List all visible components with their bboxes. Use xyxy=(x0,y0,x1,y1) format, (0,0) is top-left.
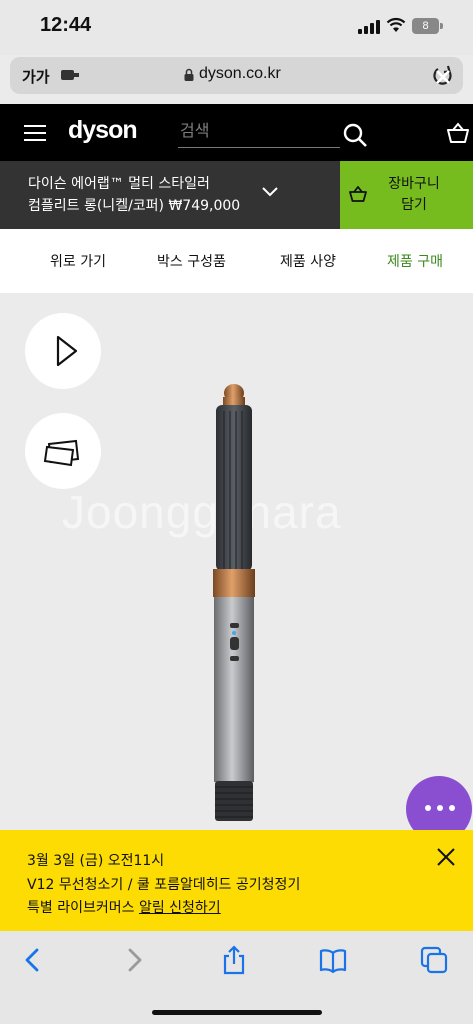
tab-back-to-top[interactable]: 위로 가기 xyxy=(50,251,106,271)
status-bar: 12:44 8 xyxy=(0,0,473,55)
share-icon[interactable] xyxy=(219,945,249,975)
tab-box-contents[interactable]: 박스 구성품 xyxy=(157,251,226,271)
url-domain[interactable]: dyson.co.kr xyxy=(199,65,281,83)
product-summary-bar[interactable]: 다이슨 에어랩™ 멀티 스타일러 컴플리트 롱(니켈/코퍼) ₩749,000 xyxy=(0,161,340,229)
cart-label-line: 장바구니 xyxy=(388,176,440,192)
promo-banner[interactable]: 3월 3일 (금) 오전11시 V12 무선청소기 / 쿨 포름알데히드 공기청… xyxy=(0,830,473,931)
back-icon[interactable] xyxy=(18,945,48,975)
wifi-icon xyxy=(386,17,406,32)
banner-line-products: V12 무선청소기 / 쿨 포름알데히드 공기청정기 xyxy=(27,877,301,893)
tabs-icon[interactable] xyxy=(419,945,449,975)
tab-purchase[interactable]: 제품 구매 xyxy=(387,251,443,271)
hamburger-menu-icon[interactable] xyxy=(24,125,46,142)
airwrap-styler-image xyxy=(213,384,255,821)
banner-line-date: 3월 3일 (금) 오전11시 xyxy=(27,853,165,869)
battery-icon: 8 xyxy=(412,18,443,34)
reload-icon[interactable] xyxy=(430,63,456,89)
product-price-line: 컴플리트 롱(니켈/코퍼) ₩749,000 xyxy=(28,198,241,214)
play-video-button[interactable] xyxy=(25,313,101,389)
watermark-text: Joonggonara xyxy=(62,486,342,538)
status-time: 12:44 xyxy=(40,14,92,36)
tab-specifications[interactable]: 제품 사양 xyxy=(280,251,336,271)
dyson-logo[interactable]: dyson xyxy=(68,116,138,145)
gallery-button[interactable] xyxy=(25,413,101,489)
gallery-icon xyxy=(43,439,80,467)
search-input[interactable]: 검색 xyxy=(178,118,340,148)
basket-icon xyxy=(349,186,367,202)
home-indicator xyxy=(152,1010,322,1015)
notify-signup-link[interactable]: 알림 신청하기 xyxy=(139,900,221,916)
cellular-signal-icon xyxy=(358,20,380,34)
search-icon[interactable] xyxy=(342,122,368,148)
lock-icon xyxy=(184,68,194,81)
site-header: dyson 검색 xyxy=(0,104,473,161)
address-bar[interactable]: 가가 dyson.co.kr xyxy=(10,57,463,94)
add-to-cart-button[interactable]: 장바구니 담기 xyxy=(340,161,473,229)
extension-icon[interactable] xyxy=(61,68,81,82)
product-name-line: 다이슨 에어랩™ 멀티 스타일러 xyxy=(28,176,210,192)
play-icon xyxy=(56,335,78,367)
banner-line-cta: 특별 라이브커머스 알림 신청하기 xyxy=(27,897,221,917)
bookmarks-icon[interactable] xyxy=(318,945,348,975)
chevron-down-icon[interactable] xyxy=(262,187,278,197)
close-icon[interactable] xyxy=(436,847,456,867)
product-name: 다이슨 에어랩™ 멀티 스타일러 컴플리트 롱(니켈/코퍼) ₩749,000 xyxy=(28,173,240,217)
add-to-cart-label: 장바구니 담기 xyxy=(382,174,446,216)
product-image-area: Joonggonara xyxy=(0,293,473,830)
shopping-bag-icon[interactable] xyxy=(446,121,470,145)
cart-label-line: 담기 xyxy=(401,197,427,213)
forward-icon[interactable] xyxy=(119,945,149,975)
more-dots-icon xyxy=(425,805,455,813)
section-tabs: 위로 가기 박스 구성품 제품 사양 제품 구매 xyxy=(0,229,473,293)
reader-text-size-button[interactable]: 가가 xyxy=(22,66,50,87)
banner-cta-text: 특별 라이브커머스 xyxy=(27,900,139,916)
